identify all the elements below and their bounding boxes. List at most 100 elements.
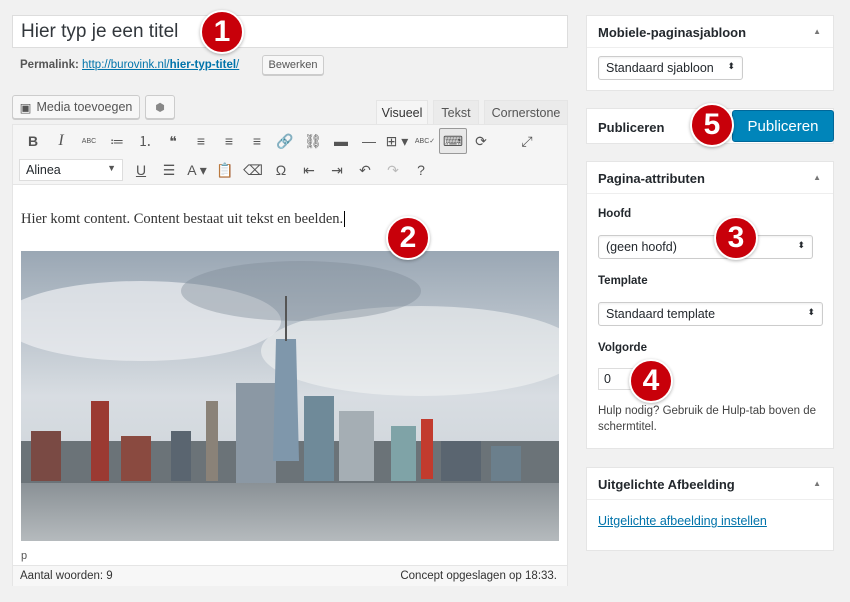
unlink-icon: ⛓: [304, 132, 322, 149]
editor: B I ABC ≔ ⒈ ❝ ≡ ≡ ≡ 🔗 ⛓ ▬ — ⊞ ▾ ABC✓ ⌨ ⟳ ⤢ Alinea ▼ U ☰ A ▾ 📋…: [12, 124, 568, 586]
underline-icon: U: [135, 162, 147, 178]
mobile-template-box: Mobiele-paginasjabloon ▲ Standaard sjablo…: [586, 15, 834, 91]
underline-button[interactable]: U: [127, 157, 155, 183]
help-text: Hulp nodig? Gebruik de Hulp-tab boven de…: [598, 405, 817, 433]
add-media-button[interactable]: ▣ Media toevoegen: [12, 95, 140, 119]
publish-title: Publiceren: [598, 120, 665, 135]
set-featured-image-link[interactable]: Uitgelichte afbeelding instellen: [598, 514, 767, 528]
select-arrows-icon: ⬍: [797, 240, 805, 250]
city-skyline-image[interactable]: [21, 251, 559, 541]
permalink-slug: hier-typ-titel: [169, 59, 237, 71]
cube-icon: ⬢: [155, 101, 165, 114]
permalink-link[interactable]: http://burovink.nl/hier-typ-titel/: [82, 59, 239, 71]
template-select[interactable]: Standaard template ⬍: [598, 302, 823, 326]
autosave-status: Concept opgeslagen op 18:33.: [400, 570, 557, 582]
refresh-button[interactable]: ⟳: [467, 128, 495, 154]
text-color-button[interactable]: A ▾: [183, 157, 211, 183]
paste-text-icon: 📋: [216, 161, 234, 178]
parent-label: Hoofd: [598, 208, 632, 220]
edit-permalink-button[interactable]: Bewerken: [262, 55, 324, 75]
cornerstone-cube-button[interactable]: ⬢: [145, 95, 175, 119]
box-title: Uitgelichte Afbeelding: [598, 477, 735, 492]
redo-icon: ↷: [387, 161, 399, 178]
align-right-button[interactable]: ≡: [243, 128, 271, 154]
media-icon: ▣: [19, 100, 32, 115]
page-attributes-header[interactable]: Pagina-attributen ▲: [587, 162, 833, 194]
help-icon: ?: [417, 162, 425, 178]
help-button[interactable]: ?: [407, 157, 435, 183]
marker-5: 5: [690, 103, 734, 147]
special-character-button[interactable]: Ω: [267, 157, 295, 183]
numbered-list-icon: ⒈: [138, 133, 152, 149]
read-more-icon: ▬: [334, 133, 348, 149]
format-select[interactable]: Alinea ▼: [19, 159, 123, 181]
box-title: Pagina-attributen: [598, 171, 705, 186]
tab-tekst[interactable]: Tekst: [433, 100, 479, 125]
justify-icon: ☰: [162, 161, 176, 178]
permalink-label: Permalink:: [20, 59, 79, 71]
fullscreen-icon: ⤢: [521, 132, 533, 149]
paste-text-button[interactable]: 📋: [211, 157, 239, 183]
blockquote-button[interactable]: ❝: [159, 128, 187, 154]
read-more-button[interactable]: ▬: [327, 128, 355, 154]
tab-cornerstone[interactable]: Cornerstone: [484, 100, 568, 125]
word-count: Aantal woorden: 9: [20, 570, 113, 582]
clear-formatting-icon: ⌫: [243, 161, 263, 178]
collapse-arrow-icon[interactable]: ▲: [813, 173, 821, 182]
link-icon: 🔗: [276, 132, 294, 149]
special-character-icon: Ω: [275, 162, 287, 178]
strikethrough-icon: ABC: [81, 137, 97, 145]
marker-4: 4: [629, 359, 673, 403]
table-button[interactable]: ⊞ ▾: [383, 128, 411, 154]
content-text[interactable]: Hier komt content. Content bestaat uit t…: [21, 211, 346, 228]
redo-button[interactable]: ↷: [379, 157, 407, 183]
table-icon: ⊞ ▾: [385, 132, 409, 149]
align-center-button[interactable]: ≡: [215, 128, 243, 154]
select-value: Standaard template: [606, 307, 716, 321]
link-button[interactable]: 🔗: [271, 128, 299, 154]
align-right-icon: ≡: [252, 133, 262, 149]
spellcheck-button[interactable]: ABC✓: [411, 128, 439, 154]
tab-visueel[interactable]: Visueel: [376, 100, 428, 125]
order-label: Volgorde: [598, 342, 647, 354]
indent-button[interactable]: ⇥: [323, 157, 351, 183]
editor-toolbar: B I ABC ≔ ⒈ ❝ ≡ ≡ ≡ 🔗 ⛓ ▬ — ⊞ ▾ ABC✓ ⌨ ⟳ ⤢ Alinea ▼ U ☰ A ▾ 📋…: [13, 125, 567, 185]
clear-formatting-button[interactable]: ⌫: [239, 157, 267, 183]
spellcheck-icon: ABC✓: [414, 138, 436, 145]
mobile-template-select[interactable]: Standaard sjabloon ⬍: [598, 56, 743, 80]
numbered-list-button[interactable]: ⒈: [131, 128, 159, 154]
undo-button[interactable]: ↶: [351, 157, 379, 183]
bullet-list-button[interactable]: ≔: [103, 128, 131, 154]
italic-button[interactable]: I: [47, 128, 75, 154]
mobile-template-header[interactable]: Mobiele-paginasjabloon ▲: [587, 16, 833, 48]
unlink-button[interactable]: ⛓: [299, 128, 327, 154]
undo-icon: ↶: [359, 161, 371, 178]
toolbar-toggle-icon: ⌨: [442, 132, 464, 149]
collapse-arrow-icon[interactable]: ▲: [813, 27, 821, 36]
box-title: Mobiele-paginasjabloon: [598, 25, 747, 40]
parent-select[interactable]: (geen hoofd) ⬍: [598, 235, 813, 259]
bold-button[interactable]: B: [19, 128, 47, 154]
page-attributes-box: Pagina-attributen ▲ Hoofd (geen hoofd) ⬍ T…: [586, 161, 834, 449]
content-paragraph: Hier komt content. Content bestaat uit t…: [21, 211, 344, 227]
outdent-button[interactable]: ⇤: [295, 157, 323, 183]
collapse-arrow-icon[interactable]: ▲: [813, 479, 821, 488]
horizontal-line-button[interactable]: —: [355, 128, 383, 154]
justify-button[interactable]: ☰: [155, 157, 183, 183]
outdent-icon: ⇤: [303, 161, 315, 178]
align-left-button[interactable]: ≡: [187, 128, 215, 154]
permalink-base: http://burovink.nl/: [82, 59, 170, 71]
fullscreen-button[interactable]: ⤢: [513, 128, 541, 154]
blockquote-icon: ❝: [169, 132, 177, 149]
format-value: Alinea: [26, 163, 61, 177]
title-input[interactable]: Hier typ je een titel: [12, 15, 568, 48]
toolbar-toggle-button[interactable]: ⌨: [439, 128, 467, 154]
element-path[interactable]: p: [21, 550, 27, 562]
publish-button[interactable]: Publiceren: [732, 110, 834, 142]
add-media-label: Media toevoegen: [36, 100, 133, 114]
editor-footer: Aantal woorden: 9 Concept opgeslagen op …: [13, 565, 567, 586]
strikethrough-button[interactable]: ABC: [75, 128, 103, 154]
marker-2: 2: [386, 216, 430, 260]
featured-image-box: Uitgelichte Afbeelding ▲ Uitgelichte afbe…: [586, 467, 834, 551]
featured-image-header[interactable]: Uitgelichte Afbeelding ▲: [587, 468, 833, 500]
